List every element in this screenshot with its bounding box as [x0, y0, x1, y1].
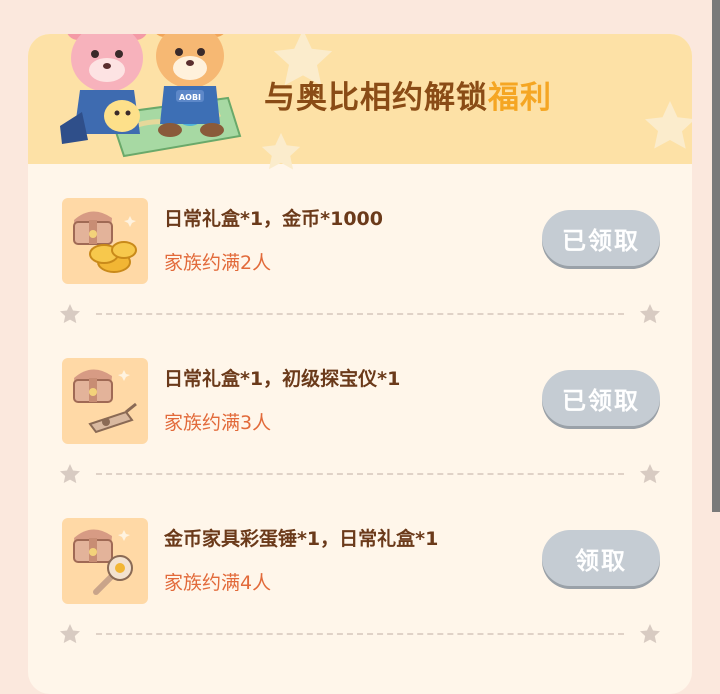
- sparkle-icon: [118, 370, 130, 381]
- banner-star-decoration: [645, 101, 692, 149]
- row-divider: [58, 458, 662, 488]
- treasure-detector-icon: [88, 402, 137, 434]
- claim-button[interactable]: 领取: [542, 530, 660, 586]
- star-icon: [60, 624, 80, 644]
- mascot-badge-text: AOBI: [179, 93, 201, 102]
- star-icon: [60, 464, 80, 484]
- reward-items: 金币家具彩蛋锤*1，日常礼盒*1: [164, 528, 439, 550]
- row-divider: [58, 298, 662, 328]
- claimed-button[interactable]: 已领取: [542, 210, 660, 266]
- reward-icon-box: [62, 358, 148, 444]
- star-icon: [60, 304, 80, 324]
- reward-icon-box: [62, 518, 148, 604]
- reward-condition: 家族约满4人: [164, 572, 272, 594]
- reward-items: 日常礼盒*1，金币*1000: [164, 208, 383, 230]
- banner-star-decoration: [261, 132, 301, 170]
- reward-icon-box: [62, 198, 148, 284]
- reward-items: 日常礼盒*1，初级探宝仪*1: [164, 368, 401, 390]
- gold-coins-icon: [89, 241, 137, 273]
- gift-chest-icon: [73, 529, 113, 563]
- gift-chest-icon: [73, 211, 113, 245]
- star-icon: [640, 304, 660, 324]
- star-icon: [640, 624, 660, 644]
- mascot-illustration: AOBI: [60, 34, 242, 158]
- star-icon: [640, 464, 660, 484]
- gift-chest-icon: [73, 369, 113, 403]
- banner-header: AOBI 与奥比相约解锁福利: [28, 34, 692, 170]
- reward-condition: 家族约满3人: [164, 412, 272, 434]
- banner-title-accent: 福利: [488, 80, 552, 116]
- scrollbar[interactable]: [712, 0, 720, 512]
- sparkle-icon: [124, 216, 136, 227]
- reward-condition: 家族约满2人: [164, 252, 272, 274]
- banner-title: 与奥比相约解锁福利: [264, 72, 552, 117]
- reward-row: 日常礼盒*1，初级探宝仪*1 家族约满3人 已领取: [28, 358, 692, 518]
- claimed-button[interactable]: 已领取: [542, 370, 660, 426]
- banner-title-main: 与奥比相约解锁: [264, 80, 488, 116]
- reward-row: 日常礼盒*1，金币*1000 家族约满2人 已领取: [28, 198, 692, 358]
- welfare-card: AOBI 与奥比相约解锁福利 日常礼盒*1，金币*1000 家族约满2人 已领取…: [28, 34, 692, 694]
- row-divider: [58, 618, 662, 648]
- sparkle-icon: [118, 530, 130, 541]
- reward-row: 金币家具彩蛋锤*1，日常礼盒*1 家族约满4人 领取: [28, 518, 692, 678]
